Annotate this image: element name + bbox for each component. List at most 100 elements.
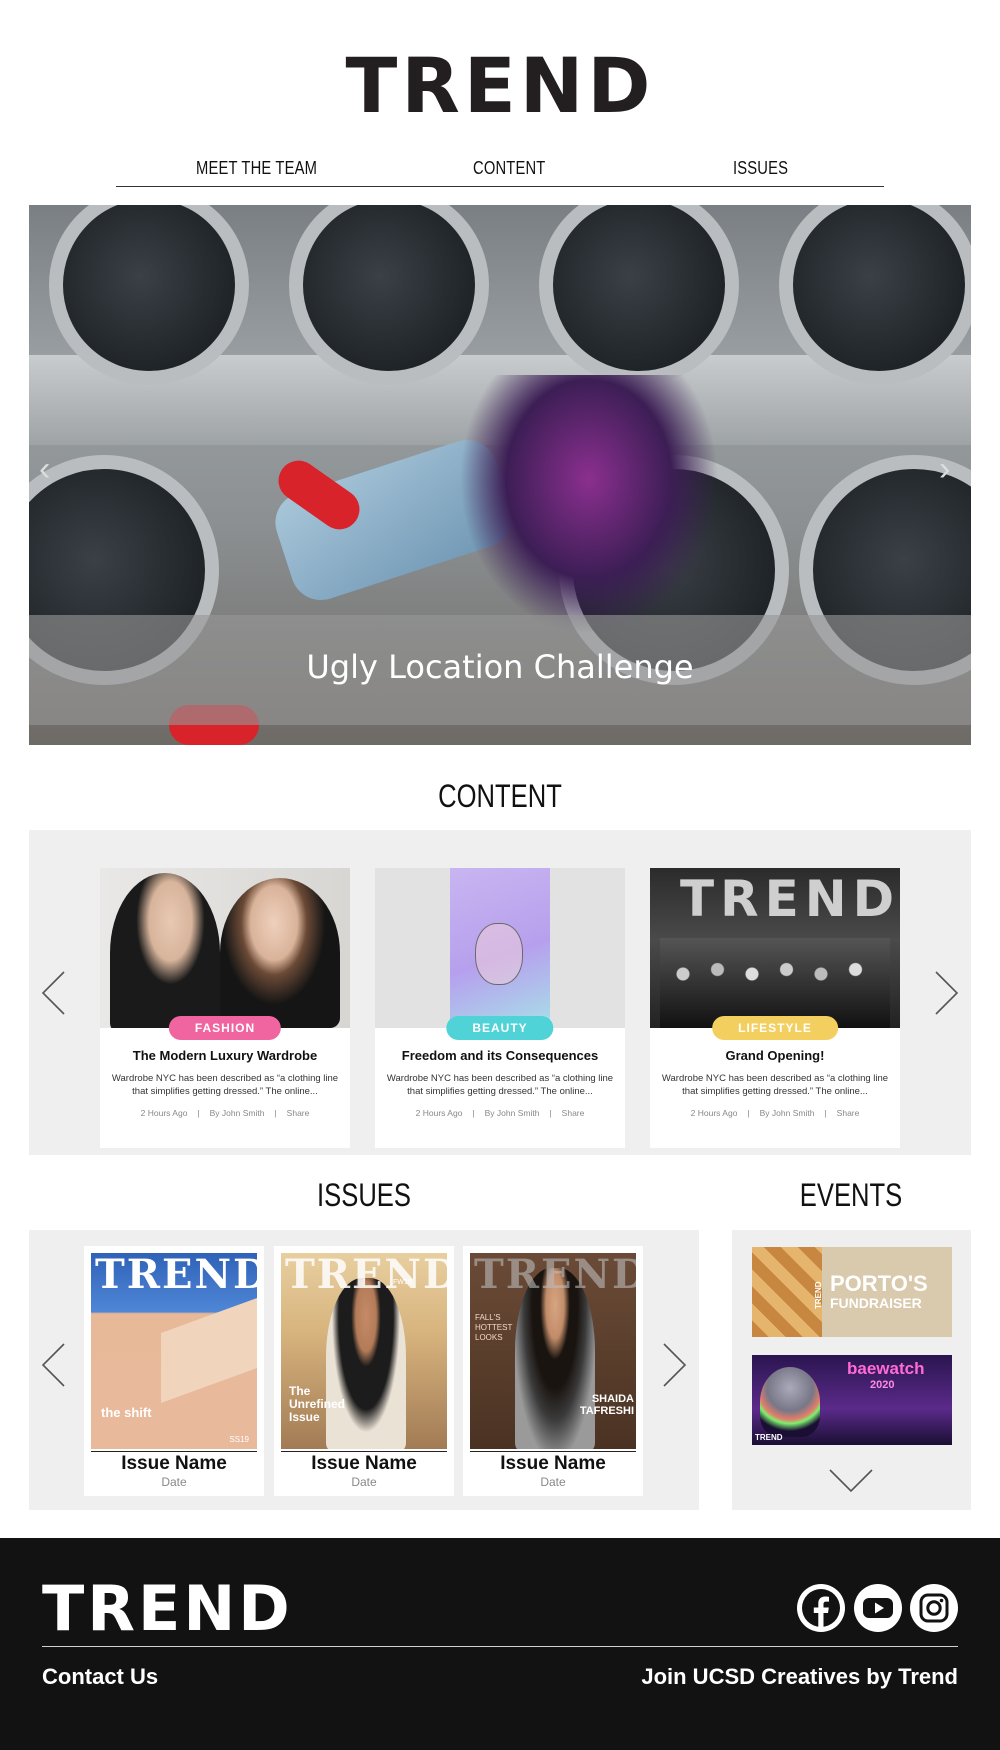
chevron-left-icon: [41, 971, 65, 1015]
events-heading: EVENTS: [799, 1177, 903, 1213]
card-author[interactable]: By John Smith: [485, 1108, 540, 1118]
category-badge[interactable]: FASHION: [168, 1016, 282, 1040]
share-link[interactable]: Share: [837, 1108, 860, 1118]
card-excerpt: Wardrobe NYC has been described as “a cl…: [111, 1073, 339, 1097]
card-image-text: TREND: [680, 870, 900, 928]
youtube-link[interactable]: [854, 1584, 902, 1632]
card-title[interactable]: Grand Opening!: [650, 1048, 900, 1063]
cover-code: FALL'S HOTTEST LOOKS: [475, 1313, 513, 1342]
category-badge[interactable]: LIFESTYLE: [712, 1016, 838, 1040]
cover-code: SS19: [229, 1435, 249, 1444]
issue-card[interactable]: TREND the shift SS19 Issue Name Date: [84, 1246, 264, 1496]
cover-graphic: [161, 1292, 257, 1404]
hero-next-arrow[interactable]: ›: [939, 450, 961, 490]
content-card[interactable]: FASHION The Modern Luxury Wardrobe Wardr…: [100, 868, 350, 1148]
footer-divider: [42, 1646, 958, 1647]
cover-text: SHAIDA TAFRESHI: [579, 1393, 634, 1417]
contact-us-link[interactable]: Contact Us: [42, 1664, 158, 1690]
card-title[interactable]: The Modern Luxury Wardrobe: [100, 1048, 350, 1063]
card-meta: 2 Hours Ago | By John Smith | Share: [690, 1108, 860, 1118]
card-title[interactable]: Freedom and its Consequences: [375, 1048, 625, 1063]
issues-prev-arrow[interactable]: [40, 1342, 66, 1388]
cover-masthead: TREND: [95, 1253, 257, 1298]
issue-divider: [91, 1451, 257, 1452]
facebook-link[interactable]: [797, 1584, 845, 1632]
category-badge[interactable]: BEAUTY: [446, 1016, 554, 1040]
card-illustration: [475, 923, 523, 985]
card-photo-figure: [110, 873, 220, 1028]
main-nav: MEET THE TEAM CONTENT ISSUES: [116, 152, 884, 187]
card-meta: 2 Hours Ago | By John Smith | Share: [415, 1108, 585, 1118]
cover-text: the shift: [101, 1405, 152, 1420]
nav-issues[interactable]: ISSUES: [733, 158, 788, 179]
card-time: 2 Hours Ago: [415, 1108, 463, 1118]
event-image: [752, 1247, 822, 1337]
event-card[interactable]: TREND PORTO'S FUNDRAISER: [752, 1247, 952, 1337]
issue-date: Date: [540, 1475, 566, 1489]
events-down-arrow[interactable]: [828, 1468, 874, 1494]
instagram-icon: [919, 1593, 949, 1623]
share-link[interactable]: Share: [562, 1108, 585, 1118]
card-image: [375, 868, 625, 1028]
footer-logo[interactable]: TREND: [42, 1578, 293, 1640]
card-photo-group: [660, 938, 890, 1028]
site-logo[interactable]: TREND: [0, 48, 1000, 124]
chevron-left-icon: [41, 1343, 65, 1387]
event-brand: TREND: [755, 1433, 783, 1442]
content-card[interactable]: TREND LIFESTYLE Grand Opening! Wardrobe …: [650, 868, 900, 1148]
issue-cover: TREND SHAIDA TAFRESHI FALL'S HOTTEST LOO…: [470, 1253, 636, 1449]
card-meta: 2 Hours Ago | By John Smith | Share: [140, 1108, 310, 1118]
card-time: 2 Hours Ago: [690, 1108, 738, 1118]
issue-card[interactable]: TREND SHAIDA TAFRESHI FALL'S HOTTEST LOO…: [463, 1246, 643, 1496]
cover-text: The Unrefined Issue: [289, 1384, 346, 1424]
nav-content[interactable]: CONTENT: [473, 158, 545, 179]
hero-caption-bar: Ugly Location Challenge: [29, 615, 971, 725]
content-next-arrow[interactable]: [934, 970, 960, 1016]
event-sub: 2020: [870, 1379, 895, 1391]
hero-caption[interactable]: Ugly Location Challenge: [29, 648, 971, 686]
content-prev-arrow[interactable]: [40, 970, 66, 1016]
cover-masthead: TREND: [285, 1253, 447, 1298]
card-photo-figure: [220, 878, 340, 1028]
share-link[interactable]: Share: [287, 1108, 310, 1118]
card-excerpt: Wardrobe NYC has been described as “a cl…: [661, 1073, 889, 1097]
hero-prev-arrow[interactable]: ‹: [39, 450, 61, 490]
card-image: [100, 868, 350, 1028]
issue-card[interactable]: TREND FW18 The Unrefined Issue Issue Nam…: [274, 1246, 454, 1496]
card-author[interactable]: By John Smith: [210, 1108, 265, 1118]
card-author[interactable]: By John Smith: [760, 1108, 815, 1118]
chevron-down-icon: [829, 1469, 873, 1493]
content-carousel: FASHION The Modern Luxury Wardrobe Wardr…: [29, 830, 971, 1155]
event-card[interactable]: baewatch 2020 TREND: [752, 1355, 952, 1445]
cover-masthead: TREND: [474, 1253, 636, 1298]
event-brand: TREND: [814, 1281, 823, 1309]
content-heading: CONTENT: [438, 778, 562, 814]
issue-name[interactable]: Issue Name: [84, 1453, 264, 1475]
issues-next-arrow[interactable]: [662, 1342, 688, 1388]
issue-date: Date: [161, 1475, 187, 1489]
nav-meet-the-team[interactable]: MEET THE TEAM: [196, 158, 317, 179]
youtube-icon: [863, 1598, 893, 1618]
issue-name[interactable]: Issue Name: [274, 1453, 454, 1475]
event-headline: PORTO'S: [830, 1271, 928, 1296]
event-image: [760, 1367, 820, 1437]
facebook-icon: [802, 1589, 840, 1628]
instagram-link[interactable]: [910, 1584, 958, 1632]
issue-date: Date: [351, 1475, 377, 1489]
issue-divider: [281, 1451, 447, 1452]
join-link[interactable]: Join UCSD Creatives by Trend: [641, 1664, 958, 1690]
issue-name[interactable]: Issue Name: [463, 1453, 643, 1475]
issue-cover: TREND FW18 The Unrefined Issue: [281, 1253, 447, 1449]
hero-photo-figure: [459, 375, 719, 635]
card-excerpt: Wardrobe NYC has been described as “a cl…: [386, 1073, 614, 1097]
hero-carousel[interactable]: ‹ › Ugly Location Challenge: [29, 205, 971, 745]
chevron-right-icon: [935, 971, 959, 1015]
content-card[interactable]: BEAUTY Freedom and its Consequences Ward…: [375, 868, 625, 1148]
card-time: 2 Hours Ago: [140, 1108, 188, 1118]
event-sub: FUNDRAISER: [830, 1295, 922, 1311]
events-list: TREND PORTO'S FUNDRAISER baewatch 2020 T…: [732, 1230, 971, 1510]
issues-heading: ISSUES: [317, 1177, 411, 1213]
issues-carousel: TREND the shift SS19 Issue Name Date TRE…: [29, 1230, 699, 1510]
event-headline: baewatch: [847, 1359, 925, 1378]
card-image: TREND: [650, 868, 900, 1028]
